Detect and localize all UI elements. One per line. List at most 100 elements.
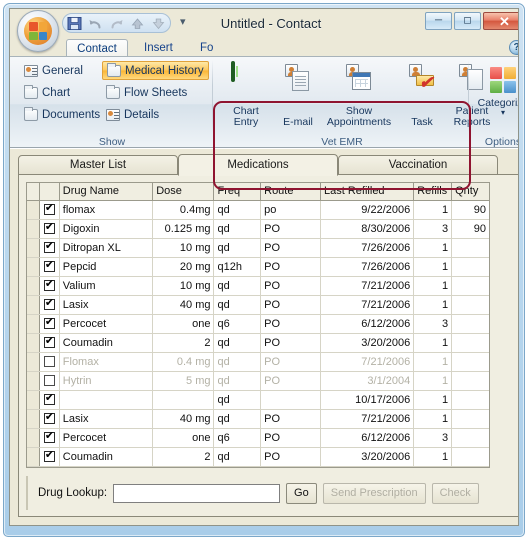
row-checkbox-cell[interactable]: [39, 428, 60, 448]
cell-last-refilled[interactable]: 7/21/2006: [320, 276, 415, 296]
cell-drug-name[interactable]: Hytrin: [59, 371, 154, 391]
cell-drug-name[interactable]: Valium: [59, 276, 154, 296]
cell-drug-name[interactable]: Percocet: [59, 314, 154, 334]
cell-drug-name[interactable]: Digoxin: [59, 219, 154, 239]
categorize-button[interactable]: Categorize ▾: [474, 67, 518, 117]
cell-last-refilled[interactable]: 7/21/2006: [320, 295, 415, 315]
cell-qnty[interactable]: 90: [451, 200, 489, 220]
cell-refills[interactable]: 1: [413, 409, 453, 429]
cell-drug-name[interactable]: Coumadin: [59, 333, 154, 353]
cell-qnty[interactable]: [451, 352, 489, 372]
checkbox-checked-icon[interactable]: [43, 449, 55, 463]
cell-dose[interactable]: 2: [152, 333, 215, 353]
checkbox-checked-icon[interactable]: [43, 411, 55, 425]
row-checkbox-cell[interactable]: [39, 352, 60, 372]
cell-refills[interactable]: 1: [413, 257, 453, 277]
checkbox-checked-icon[interactable]: [43, 240, 55, 254]
row-checkbox-cell[interactable]: [39, 257, 60, 277]
cell-last-refilled[interactable]: 7/21/2006: [320, 409, 415, 429]
cell-dose[interactable]: 20 mg: [152, 257, 215, 277]
row-checkbox-cell[interactable]: [39, 333, 60, 353]
tab-medications[interactable]: Medications: [178, 154, 338, 176]
cell-freq[interactable]: qd: [213, 219, 262, 239]
cell-last-refilled[interactable]: 7/26/2006: [320, 238, 415, 258]
table-row[interactable]: Coumadin2qdPO3/20/20061: [27, 447, 489, 467]
cell-qnty[interactable]: [451, 295, 489, 315]
cell-drug-name[interactable]: Ditropan XL: [59, 238, 154, 258]
table-row[interactable]: Ditropan XL10 mgqdPO7/26/20061: [27, 238, 489, 258]
cell-freq[interactable]: qd: [213, 200, 262, 220]
cell-refills[interactable]: 1: [413, 200, 453, 220]
cell-freq[interactable]: qd: [213, 352, 262, 372]
cell-qnty[interactable]: [451, 447, 489, 467]
cell-dose[interactable]: one: [152, 428, 215, 448]
minimize-button[interactable]: ─: [425, 12, 452, 30]
table-row[interactable]: Pepcid20 mgq12hPO7/26/20061: [27, 257, 489, 277]
cell-refills[interactable]: 3: [413, 314, 453, 334]
table-row[interactable]: Hytrin 5 mg qd PO 3/1/2004 1: [27, 371, 489, 391]
cell-route[interactable]: PO: [260, 238, 322, 258]
col-header-refills[interactable]: Refills: [413, 183, 453, 201]
checkbox-unchecked-icon[interactable]: [43, 375, 55, 387]
row-checkbox-cell[interactable]: [39, 200, 60, 220]
cell-refills[interactable]: 1: [413, 333, 453, 353]
row-checkbox-cell[interactable]: [39, 409, 60, 429]
undo-icon[interactable]: [88, 16, 103, 31]
checkbox-checked-icon[interactable]: [43, 335, 55, 349]
row-selector[interactable]: [27, 447, 40, 467]
cell-drug-name[interactable]: Flomax: [59, 352, 154, 372]
cell-route[interactable]: PO: [260, 352, 322, 372]
cell-route[interactable]: PO: [260, 295, 322, 315]
row-selector[interactable]: [27, 276, 40, 296]
row-selector[interactable]: [27, 390, 40, 410]
checkbox-checked-icon[interactable]: [43, 221, 55, 235]
cell-route[interactable]: [260, 390, 322, 410]
cell-freq[interactable]: qd: [213, 276, 262, 296]
cell-last-refilled[interactable]: 6/12/2006: [320, 314, 415, 334]
cell-qnty[interactable]: [451, 390, 489, 410]
show-appointments-button[interactable]: Show Appointments: [324, 59, 394, 131]
cell-qnty[interactable]: [451, 276, 489, 296]
checkbox-checked-icon[interactable]: [43, 297, 55, 311]
cell-refills[interactable]: 1: [413, 447, 453, 467]
cell-last-refilled[interactable]: 3/20/2006: [320, 333, 415, 353]
cell-qnty[interactable]: [451, 371, 489, 391]
row-checkbox-cell[interactable]: [39, 371, 60, 391]
cell-dose[interactable]: 0.125 mg: [152, 219, 215, 239]
maximize-button[interactable]: ◻: [454, 12, 481, 30]
drug-lookup-input[interactable]: [113, 483, 281, 503]
cell-refills[interactable]: 1: [413, 238, 453, 258]
show-item-flow-sheets[interactable]: Flow Sheets: [102, 83, 191, 102]
row-selector[interactable]: [27, 295, 40, 315]
cell-freq[interactable]: qd: [213, 333, 262, 353]
chevron-down-icon[interactable]: ▾: [474, 109, 518, 117]
chart-entry-button[interactable]: Chart Entry: [220, 59, 272, 131]
cell-drug-name[interactable]: Lasix: [59, 409, 154, 429]
cell-dose[interactable]: 0.4 mg: [152, 352, 215, 372]
show-item-details[interactable]: Details: [102, 105, 163, 124]
cell-refills[interactable]: 1: [413, 371, 453, 391]
cell-refills[interactable]: 3: [413, 428, 453, 448]
row-checkbox-cell[interactable]: [39, 295, 60, 315]
cell-qnty[interactable]: [451, 314, 489, 334]
col-header-row-selector[interactable]: [27, 183, 40, 201]
table-row[interactable]: Digoxin0.125 mgqdPO8/30/2006390: [27, 219, 489, 239]
cell-last-refilled[interactable]: 9/22/2006: [320, 200, 415, 220]
ribbon-tab-format-text[interactable]: Fo: [191, 39, 222, 57]
check-button[interactable]: Check: [431, 482, 479, 504]
cell-freq[interactable]: q12h: [213, 257, 262, 277]
cell-freq[interactable]: qd: [213, 447, 262, 467]
cell-dose[interactable]: 5 mg: [152, 371, 215, 391]
row-selector[interactable]: [27, 257, 40, 277]
col-header-qnty[interactable]: Qnty: [451, 183, 489, 201]
col-header-route[interactable]: Route: [260, 183, 322, 201]
row-selector[interactable]: [27, 238, 40, 258]
row-selector[interactable]: [27, 314, 40, 334]
row-selector[interactable]: [27, 200, 40, 220]
email-button[interactable]: E-mail: [272, 59, 324, 131]
cell-route[interactable]: PO: [260, 276, 322, 296]
cell-route[interactable]: PO: [260, 428, 322, 448]
checkbox-checked-icon[interactable]: [43, 259, 55, 273]
cell-last-refilled[interactable]: 7/26/2006: [320, 257, 415, 277]
cell-drug-name[interactable]: Percocet: [59, 428, 154, 448]
